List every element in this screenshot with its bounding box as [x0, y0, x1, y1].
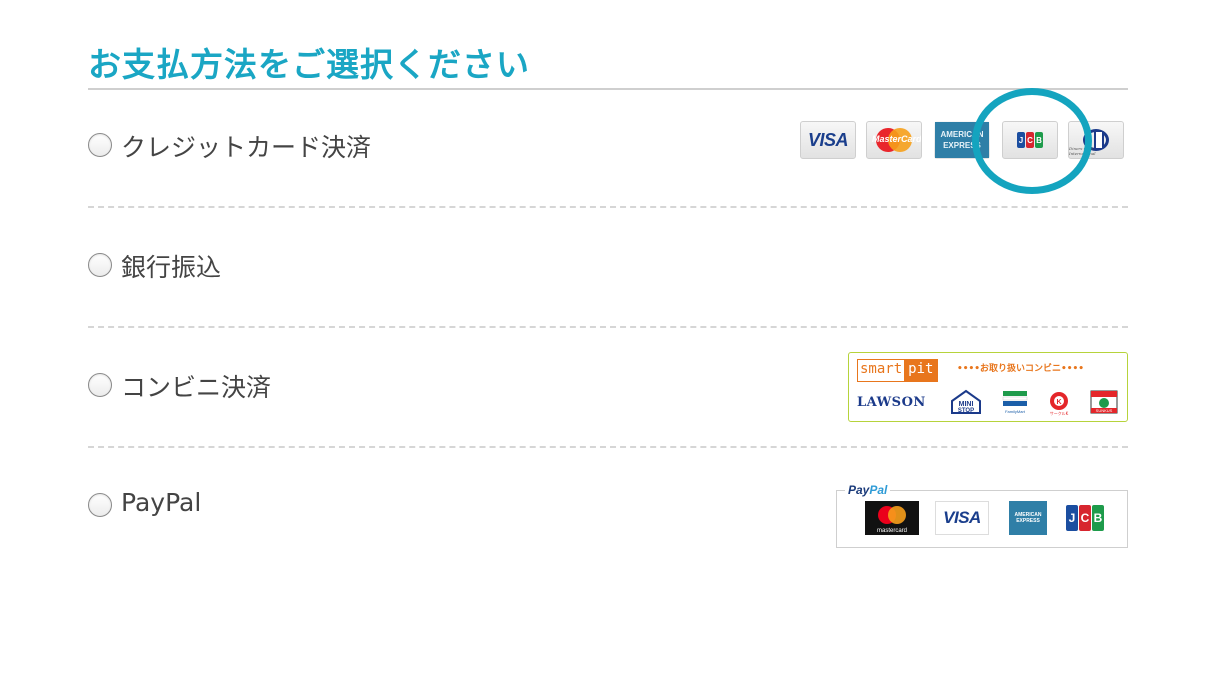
svg-text:SUNKUS: SUNKUS: [1096, 408, 1113, 413]
smartpit-logo: smart pit: [857, 359, 939, 382]
paypal-jcb-logo: J C B: [1063, 501, 1107, 535]
credit-card-label: クレジットカード決済: [121, 133, 372, 162]
page-title: お支払方法をご選択ください: [88, 45, 530, 84]
svg-text:mastercard: mastercard: [877, 528, 907, 534]
paypal-label: PayPal: [121, 488, 202, 517]
jcb-highlight-circle: [972, 88, 1092, 194]
familymart-logo: FamilyMart: [1001, 389, 1029, 415]
visa-logo: VISA: [800, 121, 856, 159]
ministop-logo: MINI STOP: [949, 389, 981, 415]
credit-card-radio[interactable]: [88, 133, 112, 157]
paypal-radio[interactable]: [88, 493, 112, 517]
paypal-amex-logo: AMERICAN EXPRESS: [1009, 501, 1047, 535]
svg-text:FamilyMart: FamilyMart: [1005, 409, 1026, 414]
mastercard-logo: MasterCard: [866, 121, 922, 159]
paypal-visa-logo: VISA: [935, 501, 989, 535]
circle-k-logo: K サークルK: [1045, 389, 1073, 416]
payment-option-convenience-store[interactable]: コンビニ決済 smart pit ••••お取り扱いコンビニ•••• LAWSO…: [88, 328, 1128, 448]
bank-transfer-radio[interactable]: [88, 253, 112, 277]
svg-text:MINI: MINI: [959, 401, 974, 408]
bank-transfer-label: 銀行振込: [121, 253, 222, 282]
paypal-logo: PayPal: [845, 483, 891, 497]
svg-text:STOP: STOP: [958, 408, 974, 414]
svg-text:K: K: [1056, 399, 1061, 406]
smartpit-note: ••••お取り扱いコンビニ••••: [957, 364, 1085, 374]
convenience-store-label: コンビニ決済: [121, 373, 272, 402]
paypal-mastercard-logo: mastercard: [865, 501, 919, 535]
sunkus-logo: SUNKUS: [1089, 389, 1118, 415]
convenience-store-radio[interactable]: [88, 373, 112, 397]
svg-text:サークルK: サークルK: [1050, 410, 1069, 416]
payment-option-bank-transfer[interactable]: 銀行振込: [88, 208, 1128, 328]
convenience-store-logos: smart pit ••••お取り扱いコンビニ•••• LAWSON MINI …: [848, 352, 1128, 422]
paypal-accepted-cards: PayPal mastercard VISA AMERICAN EXPRESS …: [836, 483, 1128, 548]
payment-option-paypal[interactable]: PayPal PayPal mastercard VISA AMERICAN E…: [88, 448, 1128, 558]
lawson-logo: LAWSON: [857, 395, 926, 410]
